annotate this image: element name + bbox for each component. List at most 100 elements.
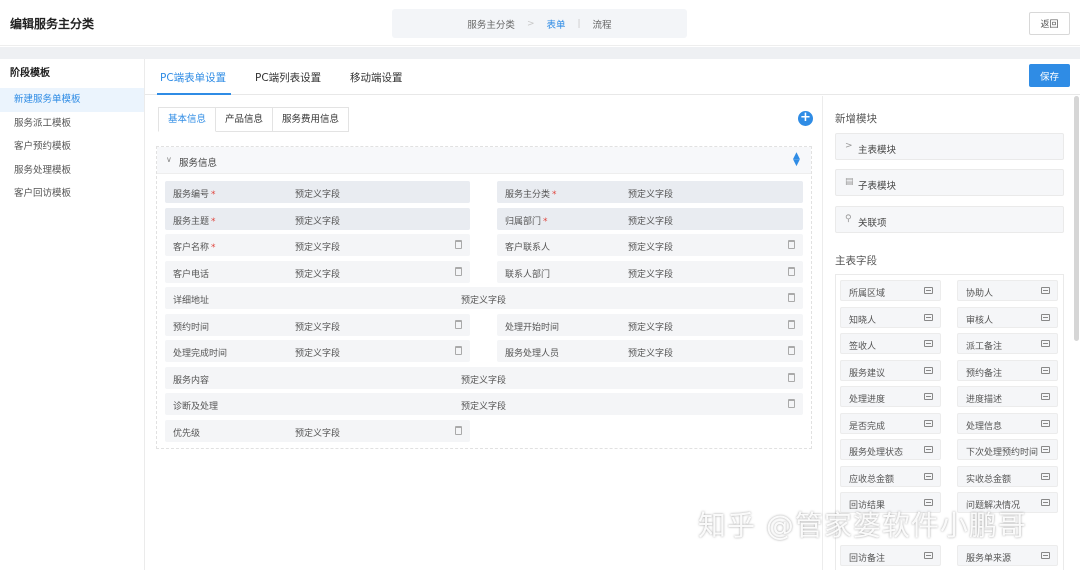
trash-icon[interactable]: [788, 267, 795, 276]
field-type-icon: [1041, 393, 1050, 400]
trash-icon[interactable]: [455, 267, 462, 276]
add-icon[interactable]: +: [798, 111, 813, 126]
trash-icon[interactable]: [788, 293, 795, 302]
field-value: 预定义字段: [461, 402, 507, 412]
tab-pc-list[interactable]: PC端列表设置: [255, 70, 321, 85]
save-button[interactable]: 保存: [1029, 64, 1070, 87]
form-field-address[interactable]: 详细地址 预定义字段: [165, 287, 803, 309]
form-field-service-handler[interactable]: 服务处理人员 预定义字段: [497, 340, 803, 362]
form-field-process-start-time[interactable]: 处理开始时间 预定义字段: [497, 314, 803, 336]
field-type-icon: [1041, 473, 1050, 480]
required-marker: *: [211, 243, 216, 253]
form-field-process-finish-time[interactable]: 处理完成时间 预定义字段: [165, 340, 470, 362]
form-field-service-no[interactable]: 服务编号 * 预定义字段: [165, 181, 470, 203]
field-chip[interactable]: 知晓人: [840, 307, 941, 328]
field-value: 预定义字段: [628, 349, 674, 359]
sidebar-item-revisit-template[interactable]: 客户回访模板: [0, 182, 144, 206]
field-chip[interactable]: 实收总金额: [957, 466, 1058, 487]
sub-tab-service-fee[interactable]: 服务费用信息: [273, 107, 350, 132]
form-field-customer-phone[interactable]: 客户电话 预定义字段: [165, 261, 470, 283]
right-panel: 新增模块 > 主表模块 ▤ 子表模块 ⚲ 关联项 主表字段 所属区域 协助人 知…: [822, 96, 1080, 570]
trash-icon[interactable]: [788, 320, 795, 329]
chevron-down-icon[interactable]: ∨: [166, 155, 172, 164]
trash-icon[interactable]: [788, 240, 795, 249]
sidebar-item-processing-template[interactable]: 服务处理模板: [0, 159, 144, 183]
field-label: 预约时间: [173, 323, 210, 333]
field-chip[interactable]: 派工备注: [957, 333, 1058, 354]
form-field-appointment-time[interactable]: 预约时间 预定义字段: [165, 314, 470, 336]
field-chip[interactable]: 所属区域: [840, 280, 941, 301]
trash-icon[interactable]: [788, 346, 795, 355]
module-related-items[interactable]: ⚲ 关联项: [835, 206, 1064, 233]
trash-icon[interactable]: [788, 399, 795, 408]
field-chip[interactable]: 签收人: [840, 333, 941, 354]
active-tab-indicator: [157, 93, 231, 95]
field-type-icon: [924, 393, 933, 400]
field-chip[interactable]: 服务单来源: [957, 545, 1058, 566]
trash-icon[interactable]: [788, 373, 795, 382]
sidebar-item-dispatch-template[interactable]: 服务派工模板: [0, 112, 144, 136]
trash-icon[interactable]: [455, 346, 462, 355]
field-label: 服务处理人员: [505, 349, 560, 359]
sub-tab-basic-info[interactable]: 基本信息: [158, 107, 217, 132]
field-chip[interactable]: 预约备注: [957, 360, 1058, 381]
section-title: 服务信息: [179, 158, 218, 169]
field-chip[interactable]: 服务建议: [840, 360, 941, 381]
form-field-priority[interactable]: 优先级 预定义字段: [165, 420, 470, 442]
required-marker: *: [543, 217, 548, 227]
sort-icon[interactable]: ▲ ▼: [793, 152, 800, 168]
form-field-service-main-category[interactable]: 服务主分类 * 预定义字段: [497, 181, 803, 203]
required-marker: *: [211, 217, 216, 227]
field-type-icon: [924, 287, 933, 294]
section-header[interactable]: ∨ 服务信息 ▲ ▼: [157, 147, 811, 174]
sub-tab-product-info[interactable]: 产品信息: [216, 107, 274, 132]
field-chip[interactable]: 服务处理状态: [840, 439, 941, 460]
field-chip[interactable]: 处理信息: [957, 413, 1058, 434]
form-field-diagnosis[interactable]: 诊断及处理 预定义字段: [165, 393, 803, 415]
step-form[interactable]: 表单: [546, 17, 565, 31]
field-chip[interactable]: 审核人: [957, 307, 1058, 328]
field-chip[interactable]: 进度描述: [957, 386, 1058, 407]
field-value: 预定义字段: [628, 190, 674, 200]
field-type-icon: [1041, 367, 1050, 374]
field-label: 联系人部门: [505, 270, 551, 280]
module-sub-table[interactable]: ▤ 子表模块: [835, 169, 1064, 196]
chevron-right-icon: >: [845, 141, 853, 151]
sidebar-item-appointment-template[interactable]: 客户预约模板: [0, 135, 144, 159]
module-main-table[interactable]: > 主表模块: [835, 133, 1064, 160]
field-chip[interactable]: 处理进度: [840, 386, 941, 407]
required-marker: *: [211, 190, 216, 200]
module-label: 子表模块: [858, 181, 897, 192]
field-value: 预定义字段: [628, 217, 674, 227]
field-label: 客户电话: [173, 270, 210, 280]
trash-icon[interactable]: [455, 426, 462, 435]
field-label: 服务主分类: [505, 190, 551, 200]
field-chip[interactable]: 回访备注: [840, 545, 941, 566]
field-label: 服务编号: [173, 190, 210, 200]
step-flow[interactable]: 流程: [593, 17, 612, 31]
field-chip[interactable]: 应收总金额: [840, 466, 941, 487]
sidebar-item-new-service-template[interactable]: 新建服务单模板: [0, 88, 144, 112]
scrollbar[interactable]: [1074, 96, 1079, 341]
trash-icon[interactable]: [455, 240, 462, 249]
trash-icon[interactable]: [455, 320, 462, 329]
tab-mobile[interactable]: 移动端设置: [350, 70, 403, 85]
form-field-contact-dept[interactable]: 联系人部门 预定义字段: [497, 261, 803, 283]
field-chip[interactable]: 下次处理预约时间: [957, 439, 1058, 460]
field-chip[interactable]: 是否完成: [840, 413, 941, 434]
form-field-customer-name[interactable]: 客户名称 * 预定义字段: [165, 234, 470, 256]
field-label: 客户联系人: [505, 243, 551, 253]
form-field-service-content[interactable]: 服务内容 预定义字段: [165, 367, 803, 389]
field-chip[interactable]: 协助人: [957, 280, 1058, 301]
step-service-main-category[interactable]: 服务主分类: [467, 17, 515, 31]
field-type-icon: [1041, 499, 1050, 506]
form-field-service-subject[interactable]: 服务主题 * 预定义字段: [165, 208, 470, 230]
tab-pc-form[interactable]: PC端表单设置: [160, 70, 226, 85]
back-button[interactable]: 返回: [1029, 12, 1070, 35]
field-value: 预定义字段: [461, 296, 507, 306]
sidebar-title: 阶段模板: [10, 68, 50, 79]
form-field-customer-contact[interactable]: 客户联系人 预定义字段: [497, 234, 803, 256]
field-label: 服务内容: [173, 376, 210, 386]
document-icon: ▤: [845, 177, 854, 187]
form-field-owner-dept[interactable]: 归属部门 * 预定义字段: [497, 208, 803, 230]
